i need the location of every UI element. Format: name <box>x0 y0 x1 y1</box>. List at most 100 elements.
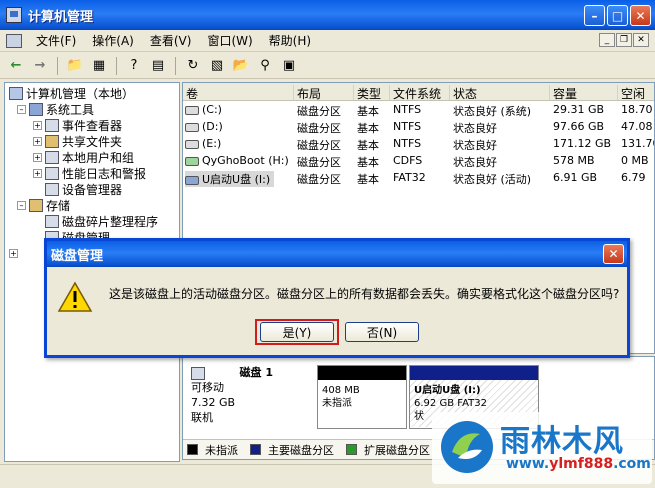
tree-services[interactable]: + <box>9 245 21 261</box>
column-status[interactable]: 状态 <box>449 85 477 101</box>
tree-label: 设备管理器 <box>62 182 123 197</box>
drive-icon <box>185 122 199 132</box>
tree-shared-folders[interactable]: + 共享文件夹 <box>33 133 122 149</box>
tree-defrag[interactable]: 磁盘碎片整理程序 <box>45 213 158 229</box>
search-icon[interactable]: ⚲ <box>255 56 275 76</box>
view-icon[interactable]: ▣ <box>279 56 299 76</box>
table-row[interactable]: (E:) 磁盘分区 基本 NTFS 状态良好 171.12 GB 131.70 <box>183 135 654 152</box>
menu-file[interactable]: 文件(F) <box>28 32 84 49</box>
partition-name: U启动U盘 (I:) <box>414 385 481 396</box>
tools-icon <box>29 102 43 116</box>
tree-label: 存储 <box>46 198 71 213</box>
defrag-icon <box>45 214 59 228</box>
system-menu-icon[interactable] <box>6 33 22 48</box>
tree-system-tools[interactable]: – 系统工具 <box>17 101 94 117</box>
disk-name: 磁盘 1 <box>239 366 273 379</box>
table-row[interactable]: (D:) 磁盘分区 基本 NTFS 状态良好 97.66 GB 47.08 <box>183 118 654 135</box>
help-icon[interactable]: ? <box>124 56 144 76</box>
expand-icon[interactable]: + <box>33 168 42 178</box>
tree-label: 系统工具 <box>46 102 95 117</box>
partition-detail: 6.92 GB FAT32 <box>414 398 487 409</box>
show-hide-tree-icon[interactable]: ▦ <box>89 56 109 76</box>
refresh-icon[interactable]: ↻ <box>183 56 203 76</box>
up-folder-icon[interactable]: 📁 <box>65 56 85 76</box>
watermark: 雨林木风 www.ylmf888.com <box>432 412 652 484</box>
maximize-button[interactable]: □ <box>607 5 628 26</box>
disk-status: 联机 <box>191 411 213 424</box>
expand-icon[interactable]: + <box>33 136 42 146</box>
legend-label: 主要磁盘分区 <box>268 443 334 457</box>
list-header: 卷 布局 类型 文件系统 状态 容量 空闲 <box>183 83 654 101</box>
tree-storage[interactable]: – 存储 <box>17 197 70 213</box>
disk-label[interactable]: 磁盘 1 可移动 7.32 GB 联机 <box>191 365 273 425</box>
tree-event-viewer[interactable]: + 事件查看器 <box>33 117 122 133</box>
mdi-restore-button[interactable]: ❐ <box>616 33 632 47</box>
mdi-close-button[interactable]: ✕ <box>633 33 649 47</box>
mdi-buttons: _ ❐ ✕ <box>599 33 649 47</box>
caption-buttons: – □ ✕ <box>584 5 651 26</box>
minimize-button[interactable]: – <box>584 5 605 26</box>
disk-type: 可移动 <box>191 381 224 394</box>
legend-swatch-extended <box>346 444 357 455</box>
toolbar-separator <box>57 56 58 75</box>
tree-root[interactable]: 计算机管理（本地） <box>9 85 134 101</box>
computer-management-icon <box>6 7 22 23</box>
forward-arrow-icon[interactable]: → <box>30 56 50 76</box>
close-button[interactable]: ✕ <box>630 5 651 26</box>
legend-label: 扩展磁盘分区 <box>364 443 430 457</box>
collapse-icon[interactable]: – <box>17 104 26 114</box>
tree-label: 事件查看器 <box>62 118 123 133</box>
legend-label: 未指派 <box>205 443 238 457</box>
column-free[interactable]: 空闲 <box>617 85 645 101</box>
menu-help[interactable]: 帮助(H) <box>261 32 319 49</box>
column-capacity[interactable]: 容量 <box>549 85 577 101</box>
computer-icon <box>9 86 23 100</box>
yes-button[interactable]: 是(Y) <box>260 322 334 342</box>
column-volume[interactable]: 卷 <box>183 85 198 101</box>
users-icon <box>45 150 59 164</box>
toolbar-separator <box>116 56 117 75</box>
collapse-icon[interactable]: – <box>17 200 26 210</box>
tree-perf-logs[interactable]: + 性能日志和警报 <box>33 165 146 181</box>
properties-icon[interactable]: ▤ <box>148 56 168 76</box>
title-bar: 计算机管理 – □ ✕ <box>0 0 655 30</box>
column-type[interactable]: 类型 <box>353 85 381 101</box>
expand-icon[interactable]: + <box>33 120 42 130</box>
tree-root-label: 计算机管理（本地） <box>26 86 135 101</box>
partition-size: 408 MB <box>322 385 360 396</box>
storage-icon <box>29 198 43 212</box>
table-row[interactable]: QyGhoBoot (H:) 磁盘分区 基本 CDFS 状态良好 578 MB … <box>183 152 654 169</box>
export-icon[interactable]: ▧ <box>207 56 227 76</box>
no-button[interactable]: 否(N) <box>345 322 419 342</box>
table-row[interactable]: (C:) 磁盘分区 基本 NTFS 状态良好 (系统) 29.31 GB 18.… <box>183 101 654 118</box>
expand-icon[interactable]: + <box>33 152 42 162</box>
dialog-title: 磁盘管理 <box>47 241 627 267</box>
watermark-logo <box>441 421 493 473</box>
column-filesystem[interactable]: 文件系统 <box>389 85 441 101</box>
open-icon[interactable]: 📂 <box>231 56 251 76</box>
table-row[interactable]: U启动U盘 (I:) 磁盘分区 基本 FAT32 状态良好 (活动) 6.91 … <box>183 169 654 187</box>
drive-icon <box>185 139 199 149</box>
format-confirm-dialog: 磁盘管理 ✕ 这是该磁盘上的活动磁盘分区。磁盘分区上的所有数据都会丢失。确实要格… <box>44 238 630 358</box>
tree-device-manager[interactable]: 设备管理器 <box>45 181 122 197</box>
tree-local-users[interactable]: + 本地用户和组 <box>33 149 134 165</box>
column-layout[interactable]: 布局 <box>293 85 321 101</box>
menu-window[interactable]: 窗口(W) <box>199 32 260 49</box>
primary-partition-bar <box>410 366 538 380</box>
tree-label: 性能日志和警报 <box>62 166 147 181</box>
usb-drive-icon <box>185 175 199 185</box>
menu-view[interactable]: 查看(V) <box>142 32 200 49</box>
mdi-minimize-button[interactable]: _ <box>599 33 615 47</box>
cd-drive-icon <box>185 156 199 166</box>
dialog-close-button[interactable]: ✕ <box>603 244 624 264</box>
back-arrow-icon[interactable]: ← <box>6 56 26 76</box>
watermark-name: 雨林木风 <box>500 424 624 459</box>
partition-label: 未指派 <box>322 398 352 409</box>
watermark-url: www.ylmf888.com <box>506 456 651 472</box>
window-title: 计算机管理 <box>28 9 94 25</box>
disk-size: 7.32 GB <box>191 396 236 409</box>
legend-swatch-unallocated <box>187 444 198 455</box>
menu-action[interactable]: 操作(A) <box>84 32 142 49</box>
expand-icon[interactable]: + <box>9 248 18 258</box>
unallocated-partition[interactable]: 408 MB 未指派 <box>317 365 407 429</box>
